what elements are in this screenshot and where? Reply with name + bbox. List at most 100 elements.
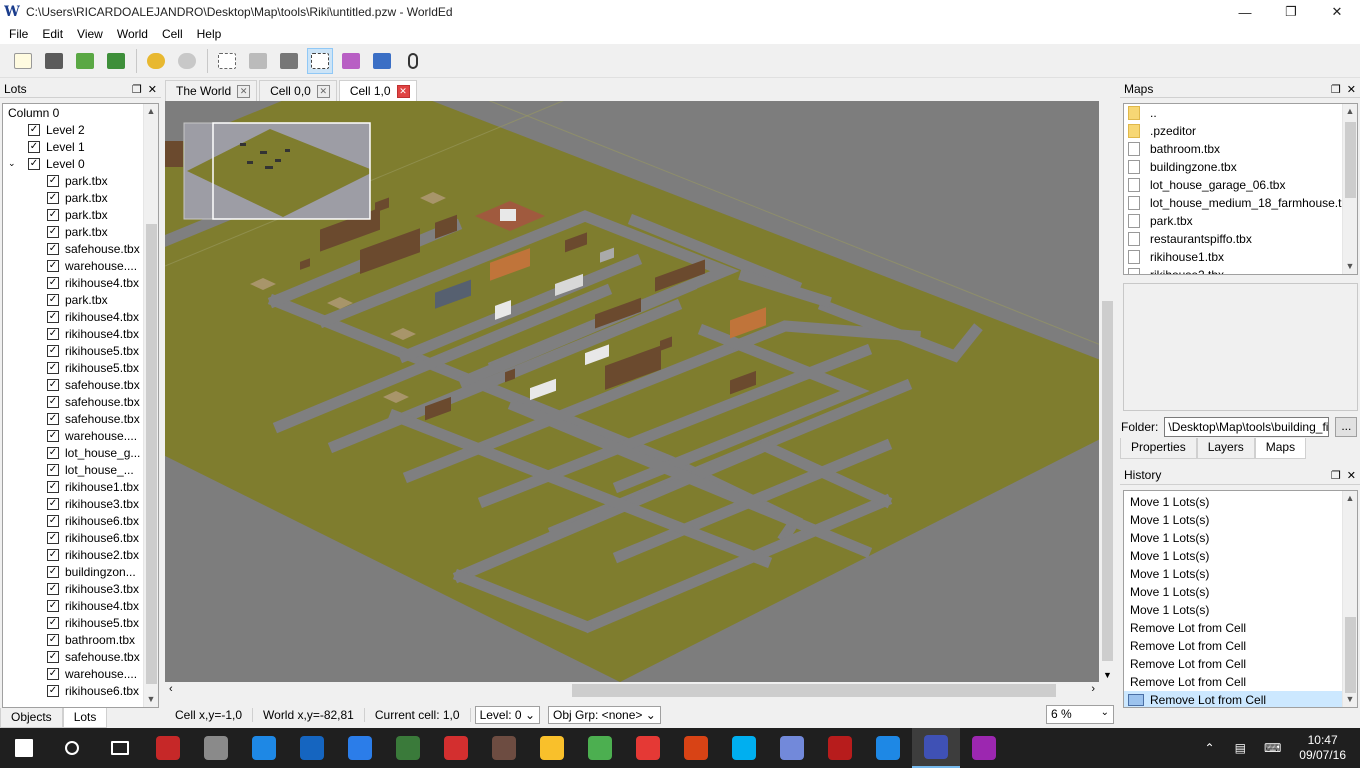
app8-icon[interactable] — [864, 728, 912, 768]
lot-checkbox[interactable]: ✓ — [47, 480, 59, 493]
level-checkbox[interactable]: ✓ — [28, 123, 40, 136]
tab-lots[interactable]: Lots — [62, 708, 108, 728]
map-horizontal-scrollbar[interactable]: ‹ › — [165, 682, 1099, 699]
lot-item[interactable]: ✓ bathroom.tbx — [3, 631, 158, 648]
compass-icon[interactable] — [400, 48, 426, 74]
tab-objects[interactable]: Objects — [0, 708, 63, 728]
map-file-item[interactable]: lot_house_medium_18_farmhouse.tbx — [1124, 194, 1357, 212]
scroll-down-icon[interactable]: ▼ — [1103, 670, 1112, 680]
lot-checkbox[interactable]: ✓ — [47, 208, 59, 221]
tree-level[interactable]: ✓ Level 1 — [3, 138, 158, 155]
lot-item[interactable]: ✓ rikihouse6.tbx — [3, 682, 158, 699]
history-item[interactable]: Move 1 Lots(s) — [1124, 547, 1357, 565]
lot-item[interactable]: ✓ rikihouse4.tbx — [3, 308, 158, 325]
keyboard-icon[interactable]: ⌨ — [1264, 741, 1281, 755]
lot-item[interactable]: ✓ safehouse.tbx — [3, 376, 158, 393]
tree-column[interactable]: Column 0 — [3, 104, 158, 121]
worlded-icon[interactable] — [912, 728, 960, 768]
lot-checkbox[interactable]: ✓ — [47, 412, 59, 425]
notification-icon[interactable]: ▤ — [1235, 741, 1246, 755]
lot-item[interactable]: ✓ rikihouse2.tbx — [3, 546, 158, 563]
lot-checkbox[interactable]: ✓ — [47, 225, 59, 238]
lot-checkbox[interactable]: ✓ — [47, 497, 59, 510]
history-scrollbar[interactable]: ▲ ▼ — [1342, 491, 1357, 707]
lot-item[interactable]: ✓ safehouse.tbx — [3, 648, 158, 665]
history-item[interactable]: Move 1 Lots(s) — [1124, 601, 1357, 619]
scroll-up-icon[interactable]: ▲ — [144, 104, 158, 119]
maps-scrollbar[interactable]: ▲ ▼ — [1342, 104, 1357, 274]
map-file-item[interactable]: restaurantspiffo.tbx — [1124, 230, 1357, 248]
lot-checkbox[interactable]: ✓ — [47, 293, 59, 306]
tab-cell-0-0[interactable]: Cell 0,0 ✕ — [259, 80, 337, 101]
close-icon[interactable]: ✕ — [148, 84, 157, 96]
lot-checkbox[interactable]: ✓ — [47, 378, 59, 391]
app6-icon[interactable] — [432, 728, 480, 768]
start-icon[interactable] — [0, 728, 48, 768]
lot-checkbox[interactable]: ✓ — [47, 684, 59, 697]
lot-item[interactable]: ✓ rikihouse5.tbx — [3, 614, 158, 631]
file-explorer-icon[interactable] — [528, 728, 576, 768]
lot-item[interactable]: ✓ rikihouse1.tbx — [3, 478, 158, 495]
level-checkbox[interactable]: ✓ — [28, 157, 40, 170]
float-icon[interactable]: ❐ — [132, 84, 142, 96]
lot-checkbox[interactable]: ✓ — [47, 174, 59, 187]
lot-checkbox[interactable]: ✓ — [47, 633, 59, 646]
clock[interactable]: 10:47 09/07/16 — [1299, 733, 1346, 763]
scroll-thumb[interactable] — [1345, 122, 1356, 198]
lot-item[interactable]: ✓ rikihouse6.tbx — [3, 529, 158, 546]
tab-the-world[interactable]: The World ✕ — [165, 80, 258, 101]
minimize-button[interactable]: — — [1222, 0, 1268, 24]
map-file-item[interactable]: .pzeditor — [1124, 122, 1357, 140]
lot-item[interactable]: ✓ lot_house_g... — [3, 444, 158, 461]
menu-view[interactable]: View — [70, 27, 110, 41]
lot-checkbox[interactable]: ✓ — [47, 667, 59, 680]
scroll-thumb[interactable] — [1102, 301, 1113, 661]
lot-checkbox[interactable]: ✓ — [47, 344, 59, 357]
scroll-thumb[interactable] — [146, 224, 157, 684]
map-canvas[interactable] — [165, 101, 1116, 682]
minimap[interactable] — [183, 122, 375, 220]
map-file-item[interactable]: rikihouse2.tbx — [1124, 266, 1357, 274]
menu-edit[interactable]: Edit — [35, 27, 70, 41]
chevron-up-icon[interactable]: ⌃ — [1205, 741, 1215, 755]
lot-item[interactable]: ✓ safehouse.tbx — [3, 240, 158, 257]
paste-icon[interactable] — [245, 48, 271, 74]
lot-checkbox[interactable]: ✓ — [47, 514, 59, 527]
discord-icon[interactable] — [768, 728, 816, 768]
lot-item[interactable]: ✓ park.tbx — [3, 206, 158, 223]
filezilla-icon[interactable] — [816, 728, 864, 768]
lot-item[interactable]: ✓ safehouse.tbx — [3, 410, 158, 427]
map-file-item[interactable]: rikihouse1.tbx — [1124, 248, 1357, 266]
close-tab-icon[interactable]: ✕ — [316, 84, 330, 98]
map-file-item[interactable]: lot_house_garage_06.tbx — [1124, 176, 1357, 194]
tree-level[interactable]: ⌄ ✓ Level 0 — [3, 155, 158, 172]
lot-checkbox[interactable]: ✓ — [47, 548, 59, 561]
app4-icon[interactable] — [336, 728, 384, 768]
lot-checkbox[interactable]: ✓ — [47, 361, 59, 374]
browse-folder-button[interactable]: ... — [1335, 417, 1358, 437]
history-item[interactable]: Move 1 Lots(s) — [1124, 565, 1357, 583]
paint-icon[interactable] — [960, 728, 1008, 768]
map-file-item[interactable]: park.tbx — [1124, 212, 1357, 230]
lot-checkbox[interactable]: ✓ — [47, 616, 59, 629]
tab-maps[interactable]: Maps — [1254, 438, 1307, 459]
lot-checkbox[interactable]: ✓ — [47, 242, 59, 255]
redo-icon[interactable] — [174, 48, 200, 74]
float-icon[interactable]: ❐ — [1331, 470, 1341, 482]
scroll-right-icon[interactable]: › — [1091, 683, 1095, 695]
skype-icon[interactable] — [720, 728, 768, 768]
move-icon[interactable] — [276, 48, 302, 74]
menu-world[interactable]: World — [110, 27, 155, 41]
lots-scrollbar[interactable]: ▲ ▼ — [143, 104, 158, 707]
scroll-up-icon[interactable]: ▲ — [1343, 491, 1357, 506]
new-file-icon[interactable] — [10, 48, 36, 74]
road-icon[interactable] — [369, 48, 395, 74]
edit-lot-icon[interactable] — [338, 48, 364, 74]
chrome-icon[interactable] — [576, 728, 624, 768]
lot-checkbox[interactable]: ✓ — [47, 191, 59, 204]
float-icon[interactable]: ❐ — [1331, 84, 1341, 96]
lot-checkbox[interactable]: ✓ — [47, 446, 59, 459]
close-tab-icon[interactable]: ✕ — [396, 84, 410, 98]
lot-checkbox[interactable]: ✓ — [47, 395, 59, 408]
history-item[interactable]: Remove Lot from Cell — [1124, 691, 1357, 707]
